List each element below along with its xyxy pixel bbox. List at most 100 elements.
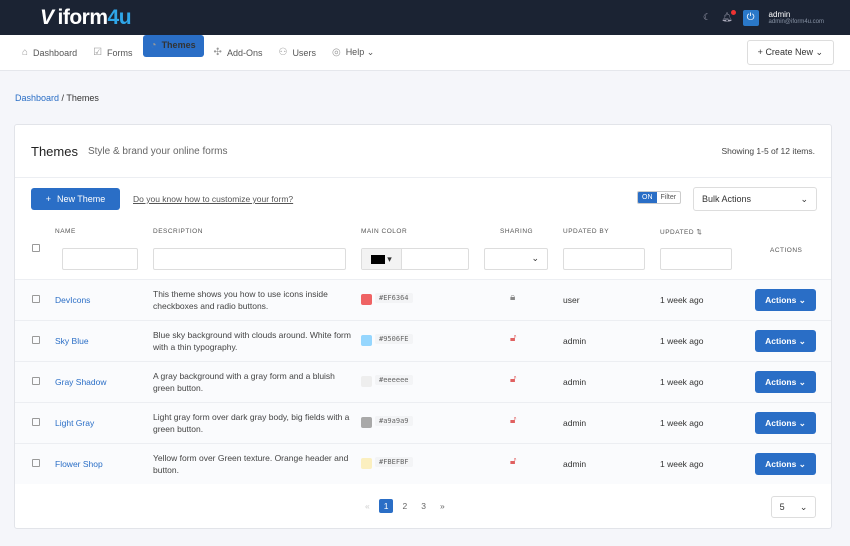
nav-dashboard[interactable]: ⌂ Dashboard (16, 35, 83, 70)
page-3[interactable]: 3 (416, 499, 431, 513)
theme-name-link[interactable]: DevIcons (55, 295, 90, 305)
color-hex: #FBEFBF (375, 457, 413, 467)
table-row: DevIcons This theme shows you how to use… (15, 279, 831, 320)
notification-dot (730, 10, 736, 15)
updated-by: admin (563, 418, 587, 428)
nav-label: Add-Ons (226, 47, 263, 58)
nav-themes[interactable]: ◔ Themes (142, 35, 204, 57)
create-new-label: Create New ⌄ (765, 47, 823, 57)
filter-description-input[interactable] (153, 248, 346, 270)
col-name[interactable]: NAME (55, 228, 76, 235)
color-swatch (361, 335, 372, 346)
select-all-checkbox[interactable] (32, 244, 40, 252)
color-hex: #9506FE (375, 334, 413, 344)
filter-sharing-select[interactable]: ⌄ (484, 248, 548, 270)
actions-button[interactable]: Actions ⌄ (755, 371, 816, 393)
updated-time: 1 week ago (660, 336, 704, 346)
theme-description: A gray background with a gray form and a… (153, 371, 335, 393)
filter-name-input[interactable] (62, 248, 138, 270)
logo-text: iform (57, 5, 109, 29)
bulk-actions-select[interactable]: Bulk Actions ⌄ (693, 187, 817, 211)
updated-by: admin (563, 377, 587, 387)
actions-button[interactable]: Actions ⌄ (755, 330, 816, 352)
avatar[interactable]: ⏻ (742, 9, 759, 26)
table-row: Gray Shadow A gray background with a gra… (15, 361, 831, 402)
col-description[interactable]: DESCRIPTION (153, 228, 203, 235)
breadcrumb: Dashboard / Themes (15, 93, 99, 103)
new-theme-label: New Theme (56, 194, 106, 204)
page-subtitle: Style & brand your online forms (87, 145, 228, 157)
moon-icon[interactable]: ☾ (703, 12, 711, 23)
chevron-down-icon: ⌄ (800, 193, 808, 204)
nav-label: Themes (161, 40, 196, 50)
forms-icon: ☑ (93, 47, 103, 58)
theme-description: Blue sky background with clouds around. … (153, 330, 351, 352)
nav-users[interactable]: ⚇ Users (272, 35, 321, 70)
updated-by: admin (563, 459, 587, 469)
nav-forms[interactable]: ☑ Forms (87, 35, 138, 70)
bell-icon[interactable]: 🔔︎ (721, 10, 736, 23)
unlock-icon: 🔓︎ (510, 374, 517, 385)
breadcrumb-dashboard[interactable]: Dashboard (15, 93, 59, 103)
nav-label: Dashboard (33, 47, 78, 58)
nav-addons[interactable]: ✣ Add-Ons (208, 35, 269, 70)
table-row: Flower Shop Yellow form over Green textu… (15, 443, 831, 484)
pagination-next[interactable]: » (435, 499, 450, 513)
themes-card: Themes Style & brand your online forms S… (14, 124, 832, 529)
customize-help-link[interactable]: Do you know how to customize your form? (133, 194, 293, 204)
actions-button[interactable]: Actions ⌄ (755, 289, 816, 311)
nav-help[interactable]: ◎ Help ⌄ (326, 35, 380, 70)
col-main-color[interactable]: MAIN COLOR (361, 228, 407, 235)
col-sharing[interactable]: SHARING (500, 228, 533, 235)
breadcrumb-current: Themes (66, 93, 99, 103)
new-theme-button[interactable]: + New Theme (31, 188, 120, 210)
page-1[interactable]: 1 (378, 499, 394, 513)
theme-description: This theme shows you how to use icons in… (153, 289, 328, 311)
row-checkbox[interactable] (32, 418, 40, 426)
nav-label: Forms (107, 47, 133, 58)
updated-time: 1 week ago (660, 459, 704, 469)
theme-name-link[interactable]: Sky Blue (55, 336, 89, 346)
col-updated[interactable]: UPDATED ⇅ (660, 228, 702, 236)
toggle-label: Filter (660, 194, 677, 201)
theme-name-link[interactable]: Flower Shop (55, 459, 103, 469)
row-checkbox[interactable] (32, 295, 40, 303)
pagination-prev[interactable]: « (360, 499, 375, 513)
filter-updated-input[interactable] (660, 248, 732, 270)
user-name: admin (768, 10, 791, 19)
actions-button[interactable]: Actions ⌄ (755, 412, 816, 434)
theme-description: Light gray form over dark gray body, big… (153, 412, 350, 434)
main-nav: ⌂ Dashboard ☑ Forms ◔ Themes ✣ Add-Ons ⚇ User… (0, 35, 850, 71)
user-menu[interactable]: admin admin@iform4u.com (769, 10, 824, 25)
table-row: Light Gray Light gray form over dark gra… (15, 402, 831, 443)
row-checkbox[interactable] (32, 459, 40, 467)
row-checkbox[interactable] (32, 336, 40, 344)
col-updated-by[interactable]: UPDATED BY (563, 228, 609, 235)
row-checkbox[interactable] (32, 377, 40, 385)
create-new-button[interactable]: + Create New ⌄ (746, 40, 834, 65)
logo[interactable]: Viform 4u (40, 5, 132, 30)
user-email: admin@iform4u.com (768, 19, 824, 25)
updated-by: admin (563, 336, 587, 346)
theme-name-link[interactable]: Light Gray (55, 418, 94, 428)
home-icon: ⌂ (22, 47, 29, 58)
actions-button[interactable]: Actions ⌄ (755, 453, 816, 475)
color-picker[interactable]: ▾ (362, 249, 402, 269)
page-2[interactable]: 2 (397, 499, 412, 513)
filter-toggle[interactable]: ON Filter (637, 191, 682, 204)
page-title: Themes (31, 143, 78, 159)
puzzle-icon: ✣ (213, 47, 222, 58)
showing-summary: Showing 1-5 of 12 items. (721, 146, 815, 156)
color-swatch (361, 417, 372, 428)
updated-time: 1 week ago (660, 377, 704, 387)
per-page-value: 5 (779, 502, 785, 512)
color-swatch (371, 254, 386, 264)
filter-updated-by-input[interactable] (563, 248, 645, 270)
filter-color-input[interactable]: ▾ (361, 248, 469, 270)
theme-name-link[interactable]: Gray Shadow (55, 377, 107, 387)
color-hex: #EF6364 (375, 293, 413, 303)
updated-by: user (563, 295, 580, 305)
color-hex: #eeeeee (375, 375, 413, 385)
unlock-icon: 🔓︎ (510, 415, 517, 426)
per-page-select[interactable]: 5 ⌄ (771, 496, 816, 518)
